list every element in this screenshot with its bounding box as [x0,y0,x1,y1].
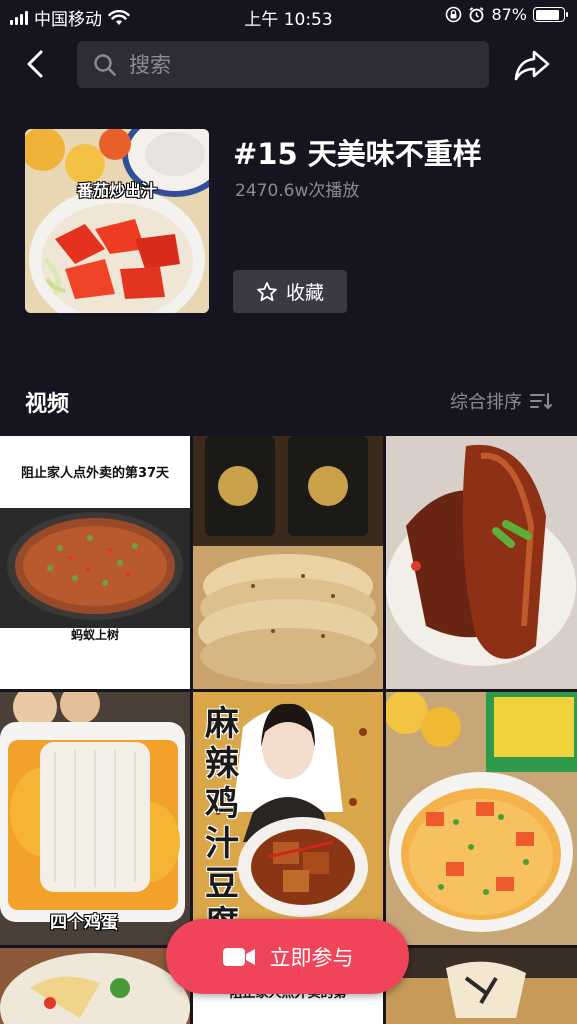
video-top-text: 麻辣鸡汁豆腐 [205,704,239,944]
video-tile[interactable] [193,436,383,689]
search-box[interactable] [77,41,489,88]
cover-caption: 番茄炒出汁 [76,181,157,200]
video-thumbnail [193,436,383,689]
favorite-button[interactable]: 收藏 [233,270,347,313]
video-thumbnail [386,436,577,689]
topic-cover[interactable]: 番茄炒出汁 [25,129,209,313]
video-camera-icon [222,947,255,966]
video-thumbnail [0,508,190,628]
battery-percent: 87% [491,5,527,24]
video-tile[interactable] [0,948,190,1024]
video-tile[interactable]: 麻辣鸡汁豆腐 [193,692,383,945]
star-icon [257,281,277,301]
battery-icon [533,7,568,22]
status-bar: 中国移动 上午 10:53 87% [0,0,577,32]
topic-title: #15 天美味不重样 [233,137,482,171]
back-icon[interactable] [20,48,52,80]
sort-icon [530,393,552,410]
video-bottom-text: 蚂蚁上树 [70,628,119,642]
search-input[interactable] [129,52,459,77]
video-thumbnail [386,948,577,1024]
share-icon[interactable] [512,46,552,84]
video-thumbnail [386,692,577,945]
video-tile[interactable] [386,948,577,1024]
status-right: 87% [445,5,568,24]
cover-image [25,129,209,313]
video-thumbnail [0,948,190,1024]
video-tile[interactable]: 四个鸡蛋 [0,692,190,945]
search-icon [94,53,116,76]
video-top-text: 阻止家人点外卖的第37天 [20,466,170,481]
rotation-lock-icon [446,6,462,23]
topic-play-count: 2470.6w次播放 [235,181,360,201]
video-tile[interactable]: 阻止家人点外卖的第37天 蚂蚁上树 [0,436,190,689]
join-label: 立即参与 [269,945,354,970]
join-button[interactable]: 立即参与 [166,919,409,994]
videos-section-title: 视频 [25,392,70,417]
sort-label: 综合排序 [450,392,522,413]
video-tile[interactable] [386,436,577,689]
video-tile[interactable] [386,692,577,945]
favorite-label: 收藏 [285,282,324,304]
video-bottom-text: 四个鸡蛋 [50,913,118,933]
sort-button[interactable]: 综合排序 [450,388,552,414]
alarm-icon [469,7,485,23]
